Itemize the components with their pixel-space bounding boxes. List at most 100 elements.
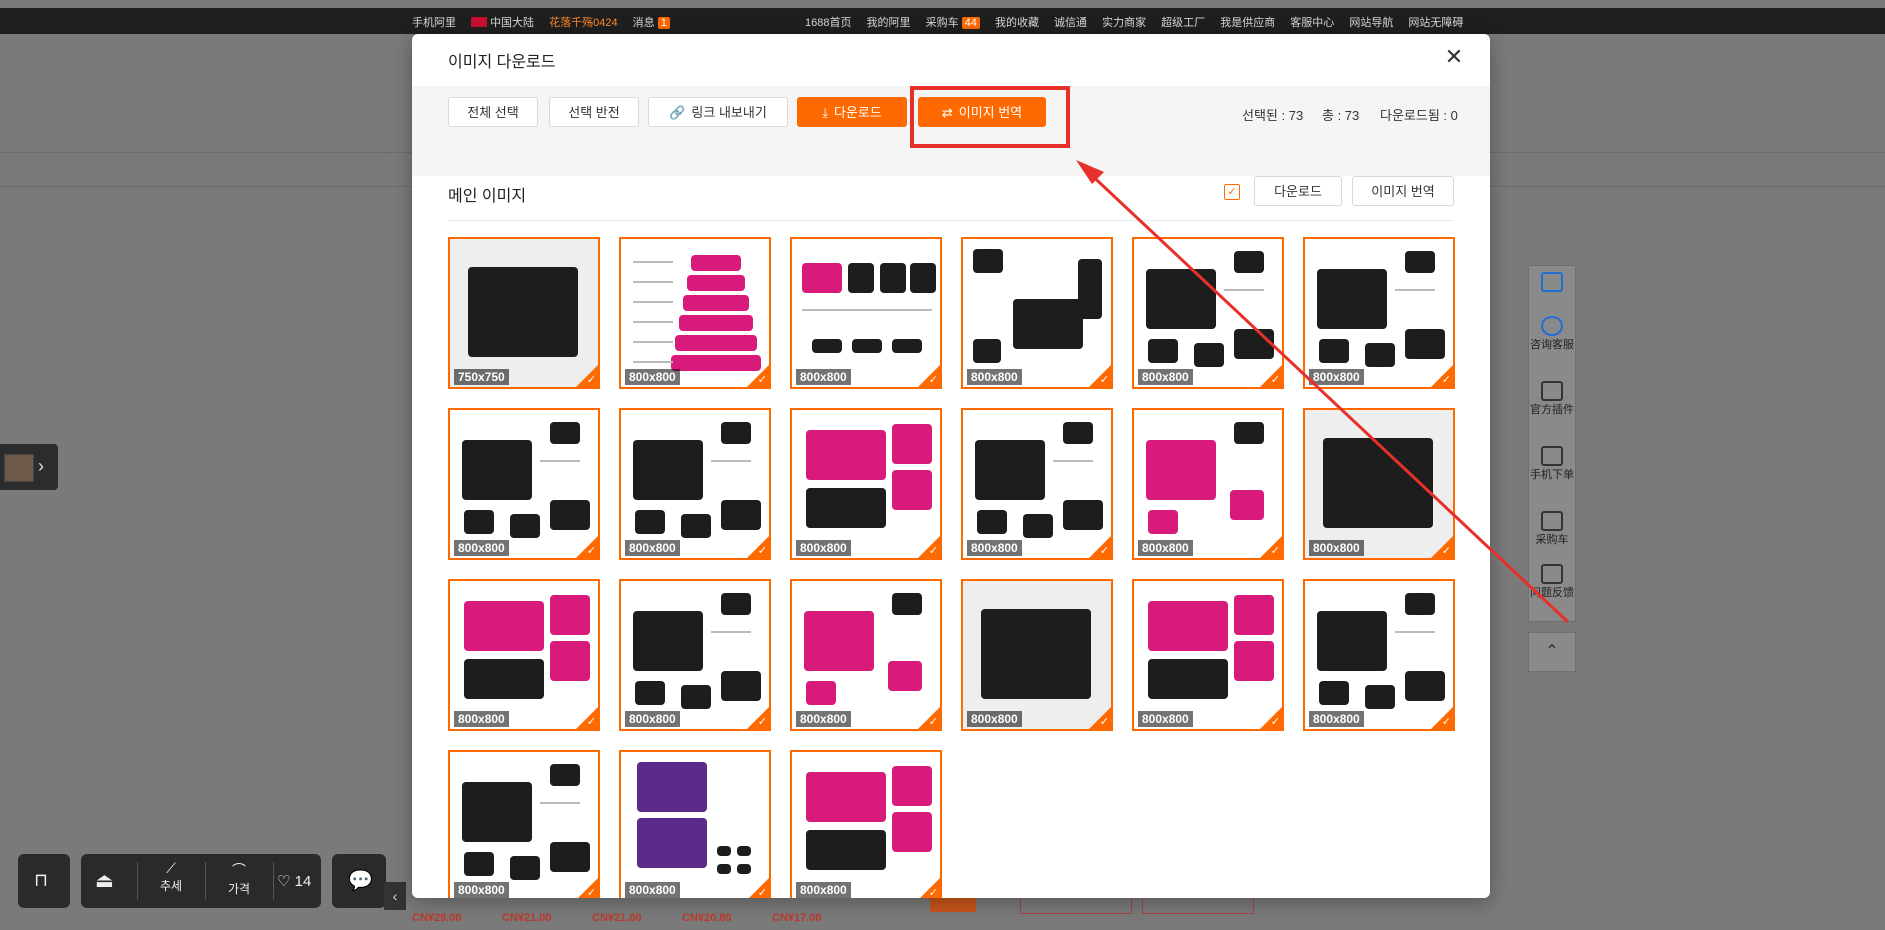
cart-tool[interactable]: 采购车 — [1529, 511, 1575, 547]
image-tile[interactable]: 800x800 ✓ — [448, 579, 600, 731]
collapse-icon[interactable]: ⏏ — [95, 868, 114, 893]
image-tile[interactable]: 800x800 ✓ — [448, 408, 600, 560]
merchants-link[interactable]: 实力商家 — [1102, 17, 1146, 29]
image-shape — [635, 510, 665, 534]
image-shape — [1234, 595, 1274, 635]
image-shape — [1148, 659, 1228, 699]
checkmark-icon: ✓ — [1099, 374, 1109, 386]
accessibility-link[interactable]: 网站无障碍 — [1408, 17, 1463, 29]
mobile-order-tool[interactable]: 手机下单 — [1529, 446, 1575, 482]
product-thumbnail-toggle[interactable]: › — [0, 444, 58, 490]
back-to-top-button[interactable]: ⌃ — [1528, 632, 1576, 672]
section-translate-button[interactable]: 이미지 번역 — [1352, 176, 1454, 206]
image-shape — [1323, 438, 1433, 528]
image-tile[interactable]: 800x800 ✓ — [1132, 579, 1284, 731]
checkmark-icon: ✓ — [1441, 545, 1451, 557]
image-tile[interactable]: 800x800 ✓ — [961, 579, 1113, 731]
feedback-tool[interactable]: 问题反馈 — [1529, 564, 1575, 600]
image-shape — [681, 685, 711, 709]
download-button[interactable]: ⤓ 다운로드 — [797, 97, 907, 127]
bag-button[interactable]: ⊓ — [18, 854, 70, 908]
image-tile[interactable]: 800x800 ✓ — [1132, 237, 1284, 389]
product-thumbnail — [4, 454, 34, 482]
modal-title: 이미지 다운로드 — [448, 54, 556, 71]
image-tile[interactable]: 800x800 ✓ — [619, 408, 771, 560]
checkmark-icon: ✓ — [1099, 545, 1109, 557]
checkmark-icon: ✓ — [928, 545, 938, 557]
image-shape — [973, 339, 1001, 363]
image-size-label: 800x800 — [967, 711, 1022, 727]
image-tile[interactable]: 800x800 ✓ — [1303, 579, 1455, 731]
invert-selection-button[interactable]: 선택 반전 — [549, 97, 639, 127]
image-shape — [737, 846, 751, 856]
home-link[interactable]: 1688首页 — [805, 17, 851, 29]
image-shape — [717, 864, 731, 874]
image-size-label: 800x800 — [1309, 540, 1364, 556]
image-tile[interactable]: 800x800 ✓ — [1303, 408, 1455, 560]
image-size-label: 800x800 — [454, 540, 509, 556]
region-selector[interactable]: 中国大陆 — [471, 17, 534, 29]
plugin-tool[interactable]: 官方插件 — [1529, 381, 1575, 417]
image-shape — [1078, 259, 1102, 319]
trend-button[interactable]: ⟋ 추세 — [141, 860, 201, 894]
cart-link[interactable]: 采购车 44 — [926, 17, 980, 29]
messages-link[interactable]: 消息 1 — [633, 17, 670, 29]
chat-button[interactable]: 💬 — [332, 854, 386, 908]
image-shape — [468, 267, 578, 357]
section-download-button[interactable]: 다운로드 — [1254, 176, 1342, 206]
image-tile[interactable]: 800x800 ✓ — [448, 750, 600, 898]
edit-icon — [1541, 564, 1563, 584]
image-download-modal: 이미지 다운로드 ✕ 전체 선택 선택 반전 🔗 링크 내보내기 ⤓ 다운로드 ⇄ 이… — [412, 34, 1490, 898]
image-size-label: 800x800 — [625, 711, 680, 727]
image-tile[interactable]: 800x800 ✓ — [1132, 408, 1284, 560]
top-bar-right: 1688首页 我的阿里 采购车 44 我的收藏 诚信通 实力商家 超级工厂 我是… — [805, 14, 1475, 30]
separator — [205, 862, 206, 900]
username-link[interactable]: 花落千殇0424 — [549, 17, 617, 29]
image-shape — [633, 440, 703, 500]
image-tile[interactable]: 800x800 ✓ — [790, 408, 942, 560]
image-shape — [802, 309, 932, 311]
image-tile[interactable]: 750x750 ✓ — [448, 237, 600, 389]
mobile-ali-link[interactable]: 手机阿里 — [412, 17, 456, 29]
image-tile[interactable]: 800x800 ✓ — [619, 579, 771, 731]
price-button[interactable]: ⌒ 가격 — [209, 860, 269, 897]
image-size-label: 800x800 — [796, 540, 851, 556]
checkmark-icon: ✓ — [586, 887, 596, 898]
like-button[interactable]: ♡ 14 — [277, 872, 311, 890]
trustpass-link[interactable]: 诚信通 — [1054, 17, 1087, 29]
supplier-link[interactable]: 我是供应商 — [1220, 17, 1275, 29]
image-tile[interactable]: 800x800 ✓ — [790, 237, 942, 389]
image-shape — [550, 500, 590, 530]
select-all-button[interactable]: 전체 선택 — [448, 97, 538, 127]
section-select-checkbox[interactable]: ✓ — [1224, 184, 1240, 200]
product-toolbar: ⏏ ⟋ 추세 ⌒ 가격 ♡ 14 — [81, 854, 321, 908]
customer-service-tool[interactable]: 咨询客服 — [1529, 316, 1575, 352]
checkmark-icon: ✓ — [1270, 374, 1280, 386]
close-icon[interactable]: ✕ — [1442, 46, 1466, 70]
image-shape — [892, 593, 922, 615]
factory-link[interactable]: 超级工厂 — [1161, 17, 1205, 29]
image-tile[interactable]: 800x800 ✓ — [619, 237, 771, 389]
image-size-label: 800x800 — [796, 711, 851, 727]
image-shape — [540, 802, 580, 804]
service-link[interactable]: 客服中心 — [1290, 17, 1334, 29]
my-ali-link[interactable]: 我的阿里 — [867, 17, 911, 29]
chevron-left-icon[interactable]: ‹ — [384, 882, 406, 910]
image-tile[interactable]: 800x800 ✓ — [961, 408, 1113, 560]
site-nav-link[interactable]: 网站导航 — [1349, 17, 1393, 29]
image-shape — [550, 842, 590, 872]
image-shape — [1148, 339, 1178, 363]
image-tile[interactable]: 800x800 ✓ — [1303, 237, 1455, 389]
image-tile[interactable]: 800x800 ✓ — [619, 750, 771, 898]
export-links-button[interactable]: 🔗 링크 내보내기 — [648, 97, 788, 127]
product-image — [621, 752, 769, 898]
favorites-link[interactable]: 我的收藏 — [995, 17, 1039, 29]
translate-tool[interactable] — [1529, 272, 1575, 294]
image-tile[interactable]: 800x800 ✓ — [790, 750, 942, 898]
checkmark-icon: ✓ — [928, 716, 938, 728]
image-tile[interactable]: 800x800 ✓ — [790, 579, 942, 731]
image-shape — [806, 830, 886, 870]
image-tile[interactable]: 800x800 ✓ — [961, 237, 1113, 389]
image-shape — [464, 601, 544, 651]
image-shape — [550, 595, 590, 635]
